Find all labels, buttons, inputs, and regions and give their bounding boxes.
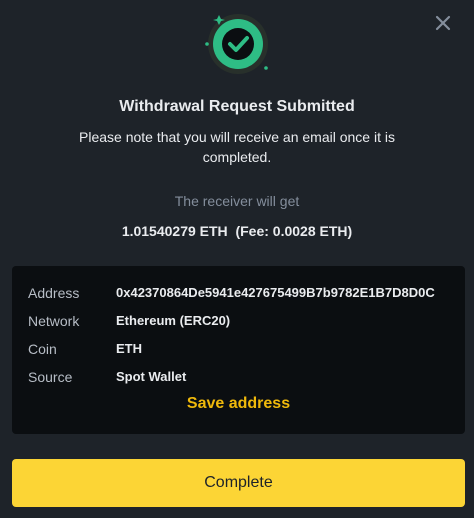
receiver-label: The receiver will get (174, 193, 300, 209)
receive-amount: 1.01540279 ETH (121, 223, 228, 239)
network-value: Ethereum (ERC20) (116, 313, 231, 328)
network-label: Network (28, 313, 80, 329)
address-label: Address (28, 285, 80, 301)
detail-row-address: Address 0x42370864De5941e427675499B7b978… (28, 284, 458, 302)
address-value: 0x42370864De5941e427675499B7b9782E1B7D8D… (116, 285, 435, 300)
withdrawal-details-card: Address 0x42370864De5941e427675499B7b978… (12, 266, 465, 434)
coin-value: ETH (116, 341, 142, 356)
success-illustration (0, 0, 474, 95)
coin-label: Coin (28, 341, 57, 357)
save-address-link[interactable]: Save address (12, 394, 465, 414)
check-circle-icon (205, 14, 268, 74)
dialog-title: Withdrawal Request Submitted (119, 98, 355, 115)
receive-amount-line: 1.01540279 ETH (Fee: 0.0028 ETH) (0, 222, 474, 240)
source-label: Source (28, 369, 73, 385)
dialog-subtitle: Please note that you will receive an ema… (79, 129, 395, 165)
detail-row-source: Source Spot Wallet (28, 368, 458, 386)
detail-row-coin: Coin ETH (28, 340, 458, 358)
fee-amount: (Fee: 0.0028 ETH) (235, 223, 353, 239)
detail-row-network: Network Ethereum (ERC20) (28, 312, 458, 330)
complete-button[interactable]: Complete (12, 459, 465, 507)
source-value: Spot Wallet (116, 369, 187, 384)
